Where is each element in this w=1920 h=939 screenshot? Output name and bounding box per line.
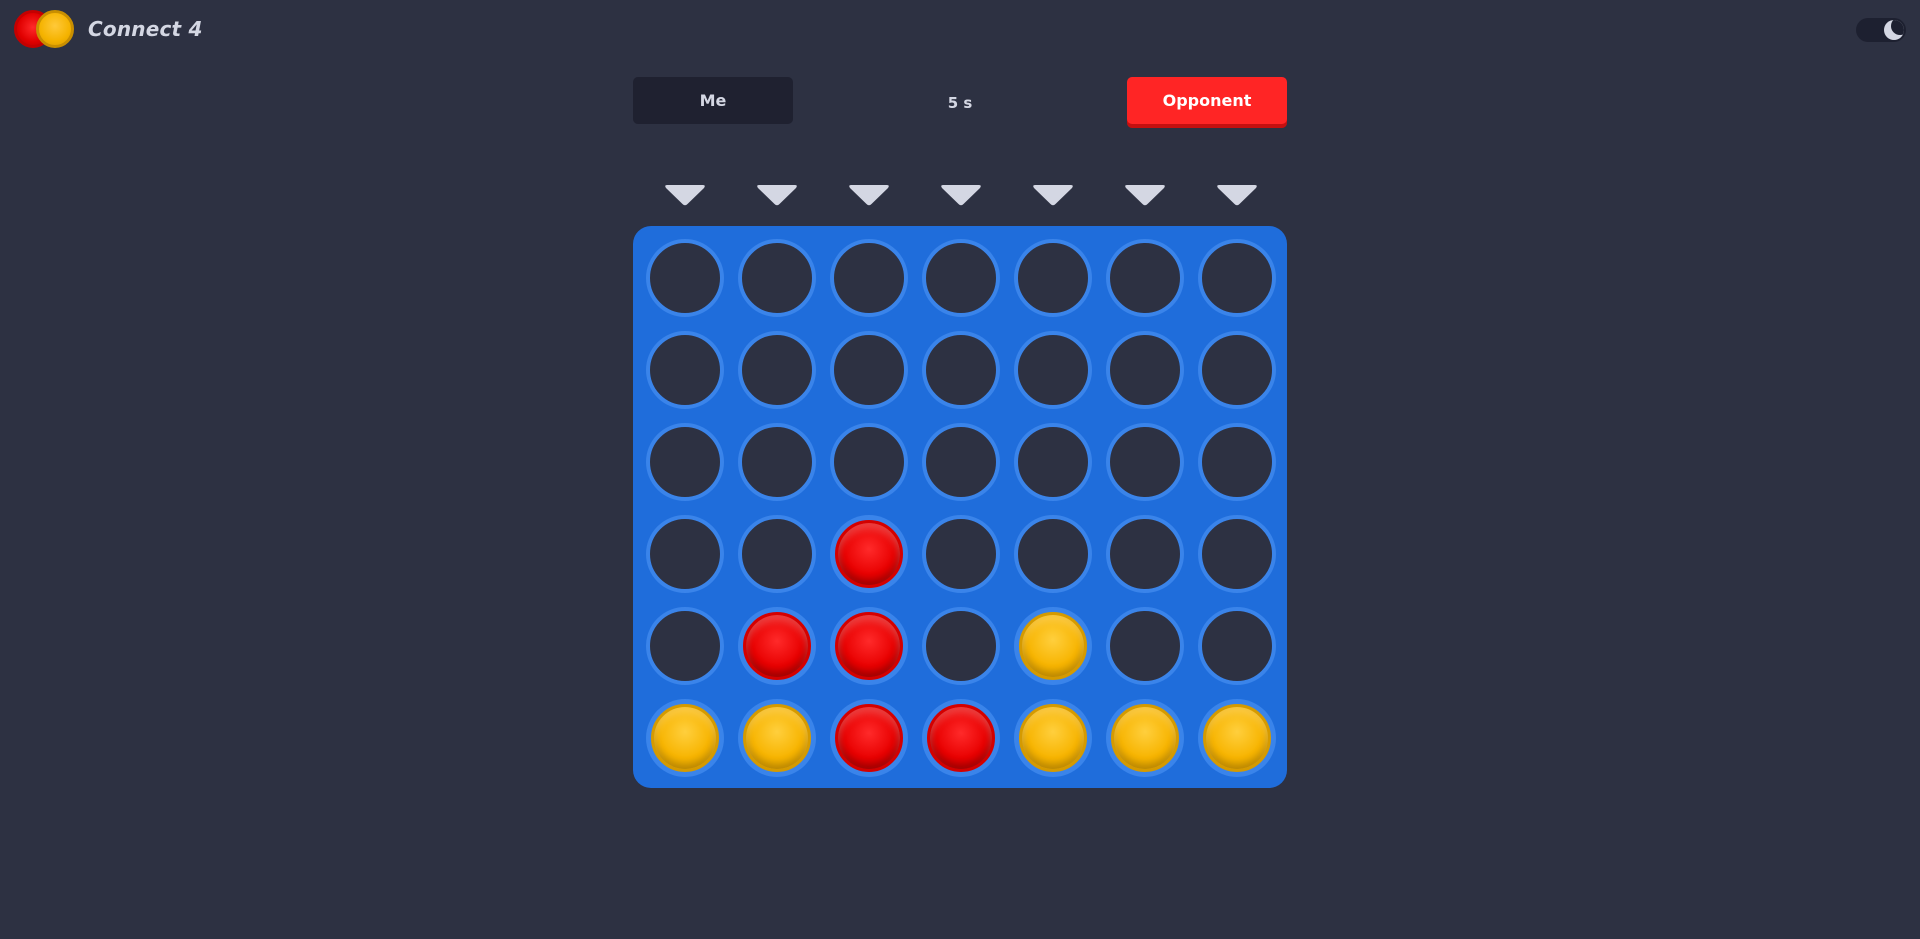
logo: Connect 4 <box>14 8 203 50</box>
drop-arrow-column-3[interactable] <box>847 182 891 208</box>
board-cell-r3-c5[interactable] <box>1014 423 1092 501</box>
logo-yellow-disc <box>36 10 74 48</box>
yellow-disc <box>1019 612 1087 680</box>
theme-toggle[interactable] <box>1856 18 1906 42</box>
board-cell-r2-c6[interactable] <box>1106 331 1184 409</box>
board-cell-r4-c5[interactable] <box>1014 515 1092 593</box>
board-cell-r4-c4[interactable] <box>922 515 1000 593</box>
turn-timer: 5 s <box>947 94 973 112</box>
drop-arrow-column-4[interactable] <box>939 182 983 208</box>
board-cell-r3-c2[interactable] <box>738 423 816 501</box>
board-cell-r6-c2[interactable] <box>738 699 816 777</box>
drop-arrow-column-2[interactable] <box>755 182 799 208</box>
board-cell-r2-c4[interactable] <box>922 331 1000 409</box>
red-disc <box>835 704 903 772</box>
board-cell-r5-c6[interactable] <box>1106 607 1184 685</box>
drop-arrow-column-1[interactable] <box>663 182 707 208</box>
board-cell-r1-c1[interactable] <box>646 239 724 317</box>
board-cell-r1-c3[interactable] <box>830 239 908 317</box>
board-cell-r4-c6[interactable] <box>1106 515 1184 593</box>
board-cell-r2-c7[interactable] <box>1198 331 1276 409</box>
yellow-disc <box>651 704 719 772</box>
board-cell-r3-c7[interactable] <box>1198 423 1276 501</box>
yellow-disc <box>1019 704 1087 772</box>
yellow-disc <box>1111 704 1179 772</box>
board-cell-r1-c2[interactable] <box>738 239 816 317</box>
board-cell-r6-c3[interactable] <box>830 699 908 777</box>
board-cell-r2-c2[interactable] <box>738 331 816 409</box>
board-cell-r5-c7[interactable] <box>1198 607 1276 685</box>
board-cell-r3-c4[interactable] <box>922 423 1000 501</box>
yellow-disc <box>1203 704 1271 772</box>
game-board <box>633 226 1287 788</box>
red-disc <box>835 612 903 680</box>
board-cell-r5-c3[interactable] <box>830 607 908 685</box>
yellow-disc <box>743 704 811 772</box>
board-cell-r6-c5[interactable] <box>1014 699 1092 777</box>
drop-arrow-column-5[interactable] <box>1031 182 1075 208</box>
board-cell-r6-c7[interactable] <box>1198 699 1276 777</box>
board-cell-r2-c1[interactable] <box>646 331 724 409</box>
board-cell-r3-c6[interactable] <box>1106 423 1184 501</box>
board-cell-r2-c3[interactable] <box>830 331 908 409</box>
board-cell-r5-c4[interactable] <box>922 607 1000 685</box>
board-cell-r6-c6[interactable] <box>1106 699 1184 777</box>
board-cell-r2-c5[interactable] <box>1014 331 1092 409</box>
player-opponent-badge: Opponent <box>1127 77 1287 124</box>
board-cell-r5-c2[interactable] <box>738 607 816 685</box>
board-cell-r1-c7[interactable] <box>1198 239 1276 317</box>
red-disc <box>743 612 811 680</box>
board-cell-r4-c2[interactable] <box>738 515 816 593</box>
board-cell-r3-c1[interactable] <box>646 423 724 501</box>
board-cell-r6-c4[interactable] <box>922 699 1000 777</box>
board-cell-r3-c3[interactable] <box>830 423 908 501</box>
board-cell-r5-c1[interactable] <box>646 607 724 685</box>
drop-arrow-column-7[interactable] <box>1215 182 1259 208</box>
player-me-badge: Me <box>633 77 793 124</box>
logo-icon <box>14 8 78 50</box>
board-cell-r1-c5[interactable] <box>1014 239 1092 317</box>
app-title: Connect 4 <box>88 17 203 41</box>
board-cell-r1-c6[interactable] <box>1106 239 1184 317</box>
board-cell-r1-c4[interactable] <box>922 239 1000 317</box>
board-cell-r6-c1[interactable] <box>646 699 724 777</box>
board-cell-r4-c3[interactable] <box>830 515 908 593</box>
moon-icon <box>1884 20 1904 40</box>
red-disc <box>835 520 903 588</box>
red-disc <box>927 704 995 772</box>
board-cell-r4-c1[interactable] <box>646 515 724 593</box>
drop-arrow-column-6[interactable] <box>1123 182 1167 208</box>
board-cell-r5-c5[interactable] <box>1014 607 1092 685</box>
board-cell-r4-c7[interactable] <box>1198 515 1276 593</box>
game-app: Connect 4 Me 5 s Opponent <box>0 0 1920 939</box>
